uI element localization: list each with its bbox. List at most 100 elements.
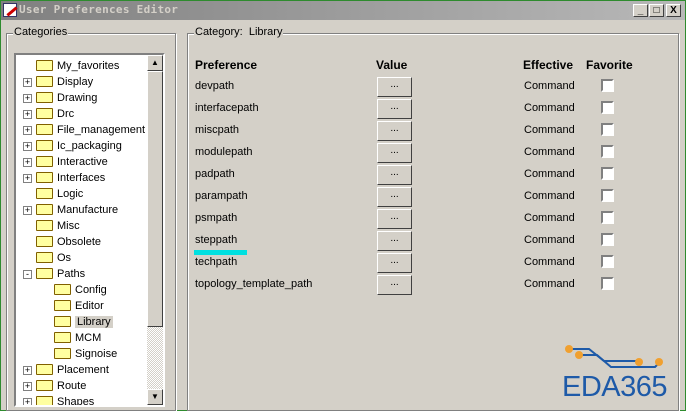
value-button[interactable]: ... [377, 253, 412, 273]
tree-item-drawing[interactable]: Drawing [36, 90, 97, 106]
tree-item-library[interactable]: Library [54, 314, 113, 330]
tree-item-editor[interactable]: Editor [54, 298, 104, 314]
maximize-button[interactable]: □ [649, 4, 664, 17]
expander-plus-icon[interactable]: + [23, 174, 32, 183]
close-button[interactable]: X [666, 4, 681, 17]
expander-minus-icon[interactable]: - [23, 270, 32, 279]
title-bar[interactable]: User Preferences Editor _ □ X [1, 1, 685, 20]
circuit-logo-icon [565, 345, 663, 368]
favorite-checkbox[interactable] [601, 145, 614, 158]
tree-item-os[interactable]: Os [36, 250, 71, 266]
favorite-checkbox[interactable] [601, 79, 614, 92]
favorite-checkbox[interactable] [601, 277, 614, 290]
tree-item-route[interactable]: Route [36, 378, 86, 394]
preference-name: interfacepath [195, 102, 259, 114]
folder-icon [36, 395, 53, 405]
expander-plus-icon[interactable]: + [23, 366, 32, 375]
expander-plus-icon[interactable]: + [23, 398, 32, 405]
folder-icon [54, 283, 71, 295]
tree-scrollbar[interactable]: ▲ ▼ [147, 55, 163, 405]
preference-name: parampath [195, 190, 248, 202]
tree-item-mcm[interactable]: MCM [54, 330, 101, 346]
preference-row: topology_template_path... Command [195, 274, 665, 296]
preference-name: techpath [195, 256, 238, 268]
value-button[interactable]: ... [377, 143, 412, 163]
preference-row: miscpath... Command [195, 120, 665, 142]
categories-tree[interactable]: My_favorites + Display + Drawing + Drc + File_ma… [14, 53, 165, 407]
scroll-thumb[interactable] [147, 71, 163, 327]
favorite-checkbox[interactable] [601, 101, 614, 114]
value-button[interactable]: ... [377, 165, 412, 185]
favorite-checkbox[interactable] [601, 255, 614, 268]
tree-item-interfaces[interactable]: Interfaces [36, 170, 105, 186]
tree-item-misc[interactable]: Misc [36, 218, 80, 234]
folder-icon [36, 123, 53, 135]
folder-icon [36, 363, 53, 375]
folder-icon [36, 91, 53, 103]
favorite-checkbox[interactable] [601, 211, 614, 224]
tree-item-placement[interactable]: Placement [36, 362, 109, 378]
folder-icon [36, 203, 53, 215]
tree-item-paths[interactable]: Paths [36, 266, 85, 282]
tree-item-ic_packaging[interactable]: Ic_packaging [36, 138, 122, 154]
tree-item-file_management[interactable]: File_management [36, 122, 145, 138]
preference-row: steppath... Command [195, 230, 665, 252]
value-button[interactable]: ... [377, 77, 412, 97]
tree-item-label: Manufacture [57, 204, 119, 216]
tree-item-label: Misc [57, 220, 80, 232]
preference-row: padpath... Command [195, 164, 665, 186]
minimize-button[interactable]: _ [633, 4, 648, 17]
folder-icon [36, 155, 53, 167]
tree-item-label: Route [57, 380, 87, 392]
tree-item-display[interactable]: Display [36, 74, 93, 90]
tree-item-label: Obsolete [57, 236, 102, 248]
preference-name: miscpath [195, 124, 240, 136]
header-preference: Preference [195, 58, 258, 72]
value-button[interactable]: ... [377, 99, 412, 119]
folder-icon [54, 347, 71, 359]
folder-icon [54, 315, 71, 327]
expander-plus-icon[interactable]: + [23, 158, 32, 167]
scroll-down-button[interactable]: ▼ [147, 389, 163, 405]
effective-value: Command [524, 80, 575, 92]
tree-item-logic[interactable]: Logic [36, 186, 83, 202]
tree-item-interactive[interactable]: Interactive [36, 154, 108, 170]
folder-icon [54, 299, 71, 311]
expander-plus-icon[interactable]: + [23, 142, 32, 151]
header-favorite: Favorite [586, 58, 633, 72]
tree-item-label: Logic [57, 188, 84, 200]
folder-icon [54, 331, 71, 343]
tree-item-drc[interactable]: Drc [36, 106, 74, 122]
value-button[interactable]: ... [377, 187, 412, 207]
expander-plus-icon[interactable]: + [23, 126, 32, 135]
tree-item-label: Drawing [57, 92, 98, 104]
preference-name: devpath [195, 80, 235, 92]
favorite-checkbox[interactable] [601, 233, 614, 246]
expander-plus-icon[interactable]: + [23, 78, 32, 87]
tree-item-label: Interfaces [57, 172, 106, 184]
value-button[interactable]: ... [377, 275, 412, 295]
tree-item-my_favorites[interactable]: My_favorites [36, 58, 119, 74]
expander-plus-icon[interactable]: + [23, 94, 32, 103]
tree-item-shapes[interactable]: Shapes [36, 394, 94, 405]
favorite-checkbox[interactable] [601, 167, 614, 180]
tree-item-config[interactable]: Config [54, 282, 107, 298]
folder-icon [36, 251, 53, 263]
tree-item-obsolete[interactable]: Obsolete [36, 234, 101, 250]
effective-value: Command [524, 190, 575, 202]
folder-icon [36, 107, 53, 119]
expander-plus-icon[interactable]: + [23, 110, 32, 119]
tree-item-label: Os [57, 252, 72, 264]
tree-item-label: Placement [57, 364, 109, 376]
expander-plus-icon[interactable]: + [23, 382, 32, 391]
value-button[interactable]: ... [377, 209, 412, 229]
scroll-up-button[interactable]: ▲ [147, 55, 163, 71]
tree-item-signoise[interactable]: Signoise [54, 346, 117, 362]
favorite-checkbox[interactable] [601, 123, 614, 136]
value-button[interactable]: ... [377, 121, 412, 141]
tree-item-manufacture[interactable]: Manufacture [36, 202, 118, 218]
value-button[interactable]: ... [377, 231, 412, 251]
favorite-checkbox[interactable] [601, 189, 614, 202]
effective-value: Command [524, 124, 575, 136]
expander-plus-icon[interactable]: + [23, 206, 32, 215]
